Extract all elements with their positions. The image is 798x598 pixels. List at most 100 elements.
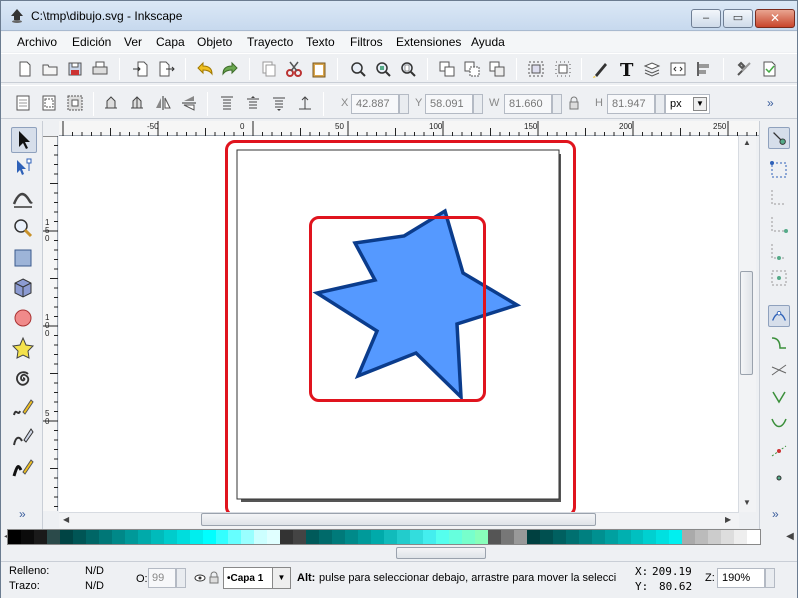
lock-icon[interactable] xyxy=(209,571,219,584)
menu-objeto[interactable]: Objeto xyxy=(197,35,232,49)
export-icon[interactable] xyxy=(156,59,176,79)
palette-swatch[interactable] xyxy=(721,530,735,544)
h-field[interactable]: 81.947 xyxy=(607,94,655,114)
star-tool[interactable] xyxy=(11,336,37,362)
save-icon[interactable] xyxy=(65,59,85,79)
snap-object-center-icon[interactable] xyxy=(768,467,790,489)
palette-swatch[interactable] xyxy=(98,530,112,544)
select-all-layers-icon[interactable] xyxy=(39,93,59,113)
palette-swatch[interactable] xyxy=(708,530,722,544)
palette-swatch[interactable] xyxy=(747,530,761,544)
palette-swatch[interactable] xyxy=(267,530,281,544)
palette-swatch[interactable] xyxy=(643,530,657,544)
palette-swatch[interactable] xyxy=(604,530,618,544)
color-palette[interactable] xyxy=(7,529,761,545)
palette-swatch[interactable] xyxy=(33,530,47,544)
pen-tool[interactable] xyxy=(11,426,37,452)
palette-swatch[interactable] xyxy=(293,530,307,544)
horizontal-scroll-thumb[interactable] xyxy=(201,513,596,526)
text-tool-icon[interactable]: T xyxy=(617,59,637,79)
h-spinner[interactable] xyxy=(655,94,665,114)
print-icon[interactable] xyxy=(90,59,110,79)
menu-texto[interactable]: Texto xyxy=(306,35,335,49)
palette-swatch[interactable] xyxy=(410,530,423,544)
undo-icon[interactable] xyxy=(195,59,215,79)
new-document-icon[interactable] xyxy=(15,59,35,79)
snap-enable-icon[interactable] xyxy=(768,127,790,149)
lock-ratio-icon[interactable] xyxy=(567,95,581,111)
clone-icon[interactable] xyxy=(462,59,482,79)
y-field[interactable]: 58.091 xyxy=(425,94,473,114)
palette-swatch[interactable] xyxy=(202,530,216,544)
redo-icon[interactable] xyxy=(220,59,240,79)
palette-swatch[interactable] xyxy=(358,530,372,544)
scroll-up-icon[interactable]: ▲ xyxy=(743,138,751,147)
palette-swatch[interactable] xyxy=(137,530,151,544)
palette-swatch[interactable] xyxy=(474,530,488,544)
open-icon[interactable] xyxy=(40,59,60,79)
w-field[interactable]: 81.660 xyxy=(504,94,552,114)
rotate-cw-icon[interactable] xyxy=(127,93,147,113)
zoom-spinner[interactable] xyxy=(765,568,775,588)
zoom-selection-icon[interactable] xyxy=(348,59,368,79)
w-spinner[interactable] xyxy=(552,94,562,114)
fill-stroke-icon[interactable] xyxy=(591,59,611,79)
toolbox-overflow-button[interactable]: » xyxy=(19,507,26,521)
align-icon[interactable] xyxy=(694,59,714,79)
menu-edicion[interactable]: Edición xyxy=(72,35,111,49)
copy-icon[interactable] xyxy=(259,59,279,79)
palette-swatch[interactable] xyxy=(72,530,86,544)
menu-archivo[interactable]: Archivo xyxy=(17,35,57,49)
zoom-drawing-icon[interactable] xyxy=(373,59,393,79)
layer-select[interactable]: •Capa 1 ▼ xyxy=(223,567,291,589)
palette-swatch[interactable] xyxy=(487,530,501,544)
fill-value[interactable]: N/D xyxy=(85,565,104,577)
palette-swatch[interactable] xyxy=(306,530,320,544)
y-spinner[interactable] xyxy=(473,94,483,114)
palette-swatch[interactable] xyxy=(111,530,125,544)
paste-icon[interactable] xyxy=(309,59,329,79)
palette-swatch[interactable] xyxy=(280,530,294,544)
palette-swatch[interactable] xyxy=(526,530,540,544)
palette-swatch[interactable] xyxy=(228,530,242,544)
snap-bbox-icon[interactable] xyxy=(768,159,790,181)
vertical-ruler[interactable]: 150 100 50 xyxy=(43,136,58,511)
minimize-button[interactable]: ‒ xyxy=(691,9,721,28)
palette-swatch[interactable] xyxy=(85,530,99,544)
menu-trayecto[interactable]: Trayecto xyxy=(247,35,293,49)
palette-swatch[interactable] xyxy=(552,530,566,544)
palette-swatch[interactable] xyxy=(591,530,605,544)
palette-swatch[interactable] xyxy=(332,530,346,544)
duplicate-icon[interactable] xyxy=(437,59,457,79)
snap-bbox-edge-icon[interactable] xyxy=(768,186,790,208)
palette-swatch[interactable] xyxy=(189,530,203,544)
document-properties-icon[interactable] xyxy=(759,59,779,79)
menu-ayuda[interactable]: Ayuda xyxy=(471,35,505,49)
snap-paths-icon[interactable] xyxy=(768,332,790,354)
palette-swatch[interactable] xyxy=(215,530,229,544)
group-icon[interactable] xyxy=(526,59,546,79)
rotate-ccw-icon[interactable] xyxy=(101,93,121,113)
close-button[interactable]: ✕ xyxy=(755,9,795,28)
palette-swatch[interactable] xyxy=(345,530,359,544)
palette-swatch[interactable] xyxy=(682,530,696,544)
palette-swatch[interactable] xyxy=(397,530,411,544)
palette-swatch[interactable] xyxy=(46,530,60,544)
import-icon[interactable] xyxy=(131,59,151,79)
menu-filtros[interactable]: Filtros xyxy=(350,35,383,49)
x-field[interactable]: 42.887 xyxy=(351,94,399,114)
palette-swatch[interactable] xyxy=(630,530,644,544)
palette-swatch[interactable] xyxy=(656,530,670,544)
rectangle-tool[interactable] xyxy=(11,246,37,272)
spiral-tool[interactable] xyxy=(11,366,37,392)
ungroup-icon[interactable] xyxy=(553,59,573,79)
palette-swatch[interactable] xyxy=(513,530,527,544)
snap-bbox-corner-icon[interactable] xyxy=(768,213,790,235)
maximize-button[interactable]: ▭ xyxy=(723,9,753,28)
cut-icon[interactable] xyxy=(284,59,304,79)
snap-nodes-icon[interactable] xyxy=(768,305,790,327)
x-spinner[interactable] xyxy=(399,94,409,114)
unlink-clone-icon[interactable] xyxy=(487,59,507,79)
snap-bbox-center-icon[interactable] xyxy=(768,267,790,289)
palette-swatch[interactable] xyxy=(669,530,683,544)
